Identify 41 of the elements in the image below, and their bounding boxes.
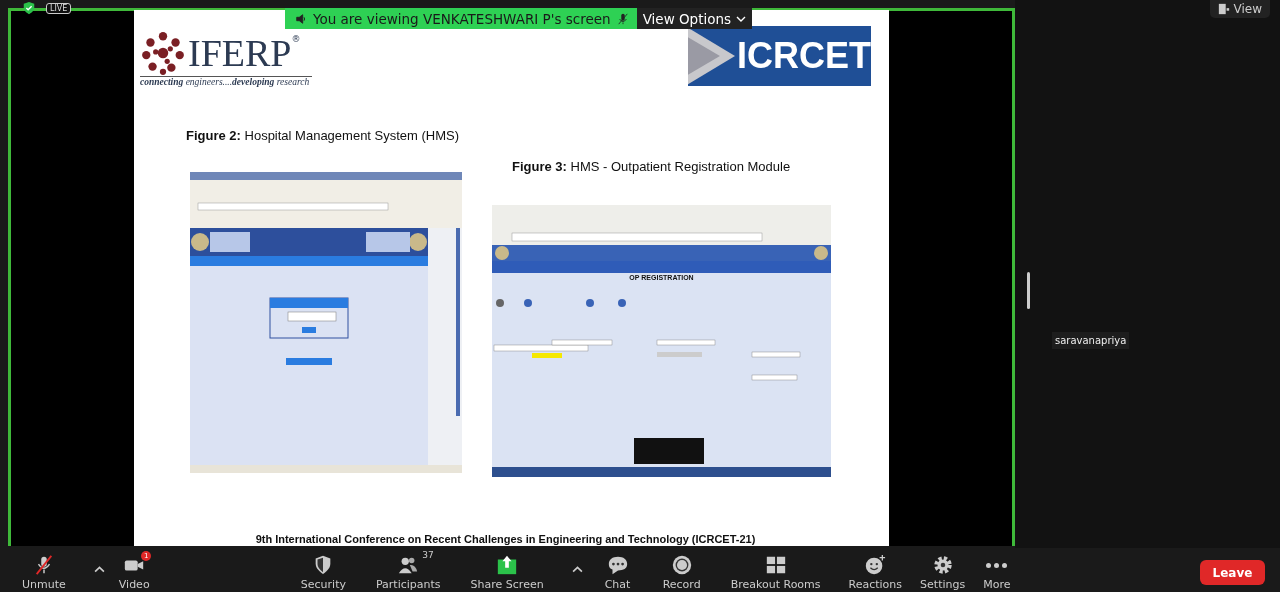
slide-footer: 9th International Conference on Recent Challenges in Engineering and Technology (ICRCET-21) <box>140 533 871 545</box>
grid-icon <box>764 554 787 576</box>
caret-icon[interactable] <box>93 566 105 573</box>
resize-handle[interactable] <box>1027 272 1030 309</box>
leave-button[interactable]: Leave <box>1200 560 1265 585</box>
chevron-down-icon <box>736 15 747 22</box>
logo-wordmark: IFERP <box>188 31 292 76</box>
record-icon <box>670 554 693 576</box>
share-toolbar-button[interactable]: Share Screen <box>466 548 591 591</box>
share-arrow-icon <box>496 554 519 576</box>
conference-logo: ICRCET <box>688 26 871 86</box>
participant-count: 37 <box>422 550 434 560</box>
muted-mic-icon <box>616 12 629 25</box>
sharing-text: You are viewing VENKATESHWARI P's screen <box>313 10 611 27</box>
view-button[interactable]: View <box>1209 0 1270 18</box>
participant-name: saravanapriya <box>1052 332 1130 349</box>
settings-toolbar-button[interactable]: Settings <box>916 548 970 591</box>
security-toolbar-button[interactable]: Security <box>296 548 350 591</box>
participants-toolbar-button[interactable]: 37 Participants <box>371 548 445 591</box>
view-options-button[interactable]: View Options <box>636 8 753 29</box>
record-toolbar-button[interactable]: Record <box>658 548 707 591</box>
reactions-toolbar-button[interactable]: Reactions <box>844 548 907 591</box>
mic-toolbar-button[interactable]: Unmute <box>18 548 113 591</box>
logo-tagline: connecting engineers....developing research <box>140 76 313 87</box>
caret-icon[interactable] <box>571 566 583 573</box>
more-icon <box>986 562 1008 568</box>
molecule-logo-icon <box>140 30 186 76</box>
shield-check-icon[interactable] <box>22 1 36 15</box>
breakout-toolbar-button[interactable]: Breakout Rooms <box>726 548 825 591</box>
more-toolbar-button[interactable]: More <box>979 548 1028 591</box>
chat-toolbar-button[interactable]: Chat <box>600 548 649 591</box>
live-badge: LIVE <box>46 2 72 14</box>
settings-icon <box>931 554 954 576</box>
smiley-icon <box>864 554 887 576</box>
view-layout-icon <box>1217 3 1230 15</box>
registered-mark: ® <box>291 34 301 44</box>
figure-caption: Figure 2: Hospital Management System (HMS) <box>186 128 461 143</box>
figure-caption: Figure 3: HMS - Outpatient Registration Module <box>512 159 792 174</box>
chat-bubble-icon <box>606 554 629 576</box>
speaker-icon <box>295 12 307 25</box>
beam-graphic-icon <box>688 26 735 86</box>
